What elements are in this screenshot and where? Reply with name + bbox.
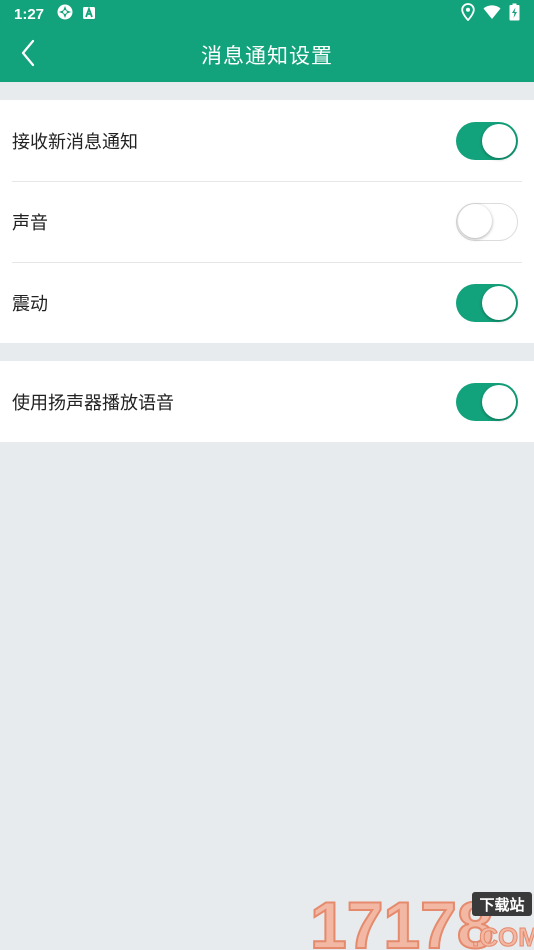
page-title: 消息通知设置 <box>201 44 333 68</box>
back-button[interactable] <box>8 28 48 82</box>
setting-row-vibrate: 震动 <box>0 262 534 343</box>
settings-group-notifications: 接收新消息通知 声音 震动 <box>0 100 534 343</box>
setting-row-speaker: 使用扬声器播放语音 <box>0 361 534 442</box>
location-pin-icon <box>461 3 475 25</box>
chevron-left-icon <box>20 39 36 71</box>
watermark-badge: 下载站 <box>479 896 524 914</box>
setting-label: 声音 <box>12 212 48 234</box>
setting-label: 使用扬声器播放语音 <box>12 392 174 414</box>
sound-toggle[interactable] <box>456 202 518 241</box>
toggle-knob <box>458 204 492 238</box>
new-message-toggle[interactable] <box>456 121 518 160</box>
location-sync-icon <box>56 3 74 25</box>
battery-charging-icon <box>509 3 520 25</box>
toggle-knob <box>482 384 516 419</box>
vibrate-toggle[interactable] <box>456 283 518 322</box>
watermark-suffix: .COM <box>472 922 534 950</box>
setting-row-sound: 声音 <box>0 181 534 262</box>
toggle-knob <box>482 123 516 158</box>
settings-group-speaker: 使用扬声器播放语音 <box>0 361 534 442</box>
setting-label: 震动 <box>12 293 48 315</box>
speaker-toggle[interactable] <box>456 382 518 421</box>
a-badge-icon <box>82 5 96 24</box>
status-time: 1:27 <box>14 5 45 23</box>
setting-row-new-message: 接收新消息通知 <box>0 100 534 181</box>
watermark-number: 17178 <box>310 888 494 950</box>
watermark-logo: 17178 下载站 .COM <box>309 887 534 950</box>
toggle-knob <box>482 285 516 320</box>
status-bar: 1:27 <box>0 0 534 28</box>
setting-label: 接收新消息通知 <box>12 131 138 153</box>
app-bar: 消息通知设置 <box>0 28 534 82</box>
wifi-icon <box>483 4 501 24</box>
